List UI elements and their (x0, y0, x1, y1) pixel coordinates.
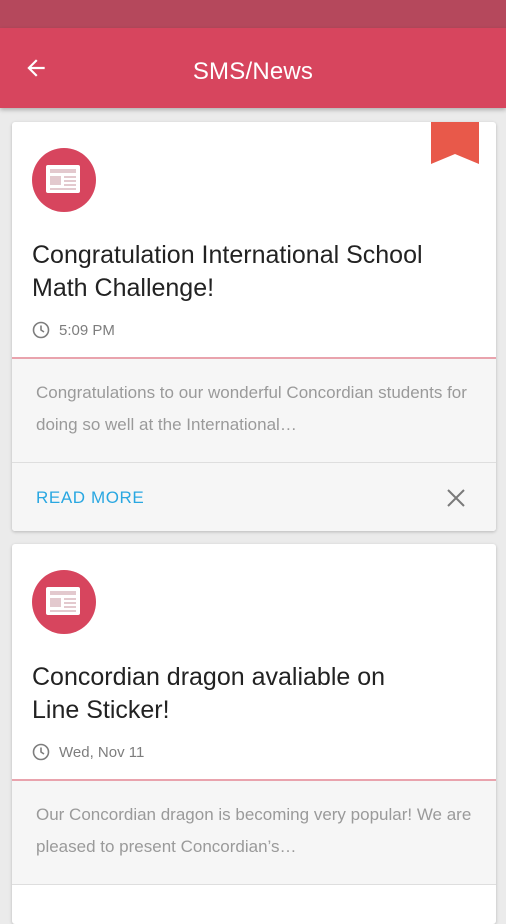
news-excerpt: Our Concordian dragon is becoming very p… (36, 805, 472, 856)
clock-icon (32, 743, 50, 761)
card-actions: READ MORE (12, 463, 496, 531)
newspaper-icon (32, 148, 96, 212)
news-title: Congratulation International School Math… (32, 241, 423, 302)
app-bar: SMS/News (0, 28, 506, 108)
news-title: Concordian dragon avaliable on Line Stic… (32, 663, 386, 724)
clock-icon (32, 321, 50, 339)
page-title: SMS/News (192, 58, 314, 85)
read-more-button[interactable]: READ MORE (36, 488, 144, 508)
bookmark-icon[interactable] (431, 122, 479, 169)
close-button[interactable] (444, 486, 468, 510)
news-card[interactable]: Congratulation International School Math… (12, 122, 496, 531)
news-excerpt-box: Our Concordian dragon is becoming very p… (12, 781, 496, 885)
news-time-label: 5:09 PM (59, 321, 115, 339)
status-bar (0, 0, 506, 28)
close-icon (447, 489, 465, 507)
news-time: Wed, Nov 11 (32, 743, 144, 761)
newspaper-icon (32, 570, 96, 634)
news-time-label: Wed, Nov 11 (59, 743, 145, 761)
news-excerpt: Congratulations to our wonderful Concord… (36, 383, 467, 434)
news-card[interactable]: Concordian dragon avaliable on Line Stic… (12, 544, 496, 924)
news-excerpt-box: Congratulations to our wonderful Concord… (12, 359, 496, 463)
news-time: 5:09 PM (32, 321, 115, 339)
